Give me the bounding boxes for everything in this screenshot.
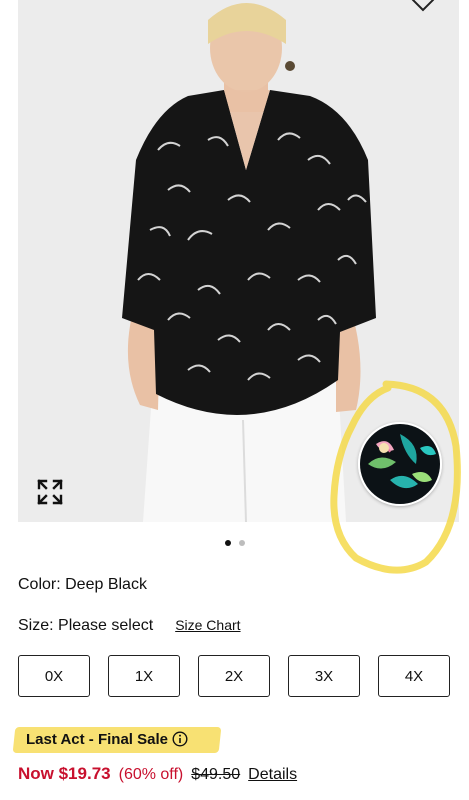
info-icon[interactable]: [172, 731, 188, 747]
final-sale-text: Last Act - Final Sale: [26, 730, 168, 748]
carousel-dot-2[interactable]: [238, 540, 245, 546]
price-row: Now $19.73 (60% off) $49.50 Details: [18, 764, 297, 784]
size-option-2x[interactable]: 2X: [198, 655, 270, 697]
size-chart-link[interactable]: Size Chart: [175, 617, 240, 633]
color-swatch[interactable]: [358, 422, 442, 506]
final-sale-badge: Last Act - Final Sale: [12, 726, 222, 753]
favorite-button[interactable]: [409, 0, 437, 12]
carousel-dot-1[interactable]: [224, 540, 231, 546]
expand-icon: [37, 479, 63, 505]
size-option-1x[interactable]: 1X: [108, 655, 180, 697]
size-option-4x[interactable]: 4X: [378, 655, 450, 697]
color-label: Color: Deep Black: [18, 576, 147, 593]
product-image[interactable]: [18, 0, 459, 522]
size-option-0x[interactable]: 0X: [18, 655, 90, 697]
details-link[interactable]: Details: [248, 766, 297, 784]
carousel-indicator: [0, 540, 469, 546]
size-options: 0X 1X 2X 3X 4X: [18, 655, 450, 697]
size-row: Size: Please select Size Chart: [18, 617, 241, 635]
expand-image-button[interactable]: [36, 478, 64, 506]
size-option-3x[interactable]: 3X: [288, 655, 360, 697]
size-label: Size: Please select: [18, 617, 154, 634]
sale-price: Now $19.73: [18, 764, 111, 783]
discount-percent: (60% off): [118, 766, 184, 783]
original-price: $49.50: [191, 766, 241, 783]
tropical-print-icon: [360, 424, 440, 504]
heart-icon: [411, 0, 435, 12]
